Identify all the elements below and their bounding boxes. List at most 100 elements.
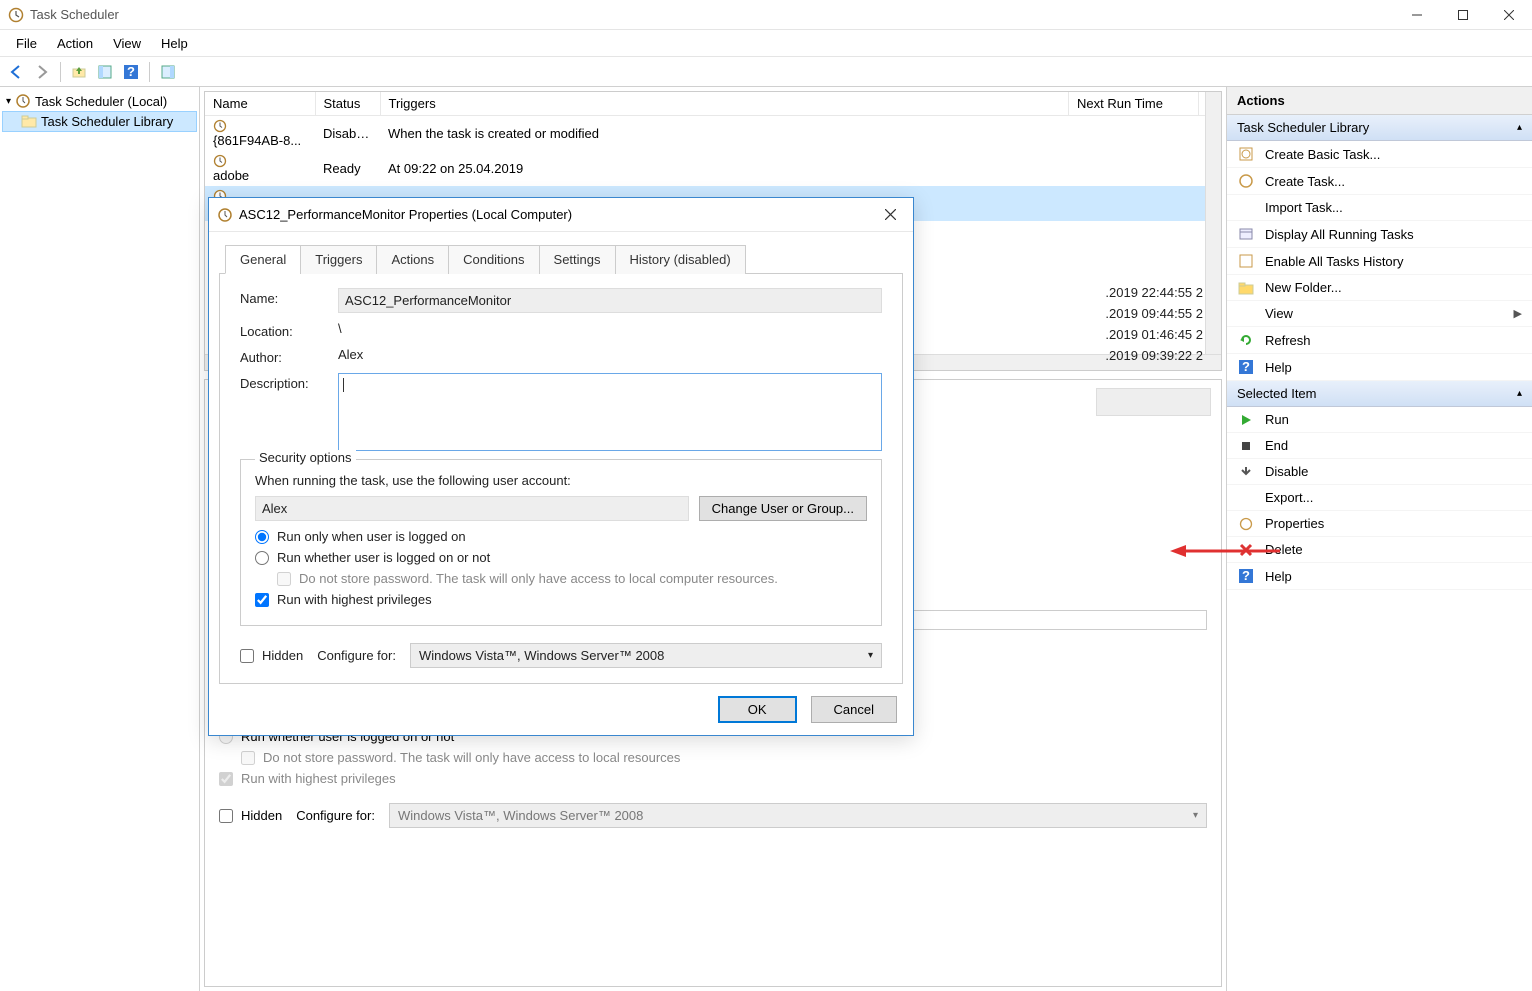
svg-text:?: ? [1242,568,1250,583]
change-user-button[interactable]: Change User or Group... [699,496,867,521]
col-name[interactable]: Name [205,92,315,116]
folder-up-icon[interactable] [67,60,91,84]
tree-panel: ▾ Task Scheduler (Local) Task Scheduler … [0,87,200,991]
help-icon: ? [1237,359,1255,375]
bg-highpriv: Run with highest privileges [219,771,1207,786]
action-create-basic-task[interactable]: Create Basic Task... [1227,141,1532,168]
svg-text:?: ? [1242,359,1250,374]
table-row[interactable]: adobeReadyAt 09:22 on 25.04.20193 [205,151,1221,186]
table-row[interactable]: {861F94AB-8...DisabledWhen the task is c… [205,116,1221,152]
security-account-label: When running the task, use the following… [255,473,867,488]
bg-configure-combo: Windows Vista™, Windows Server™ 2008▾ [389,803,1207,828]
forward-button[interactable] [30,60,54,84]
menu-view[interactable]: View [103,32,151,55]
run-whether-radio[interactable]: Run whether user is logged on or not [255,550,867,565]
help-icon[interactable]: ? [119,60,143,84]
svg-text:?: ? [127,64,135,79]
tree-root[interactable]: ▾ Task Scheduler (Local) [2,91,197,111]
action-properties[interactable]: Properties [1227,511,1532,537]
display-all-running-tasks-icon [1237,226,1255,242]
menu-file[interactable]: File [6,32,47,55]
dialog-titlebar[interactable]: ASC12_PerformanceMonitor Properties (Loc… [209,198,913,232]
bg-configure-label: Configure for: [296,808,375,823]
create-task--icon [1237,173,1255,189]
bg-field [1096,388,1211,416]
action-disable[interactable]: Disable [1227,459,1532,485]
col-next-run[interactable]: Next Run Time [1069,92,1199,116]
tab-history[interactable]: History (disabled) [615,245,746,274]
action-import-task[interactable]: Import Task... [1227,195,1532,221]
maximize-button[interactable] [1440,0,1486,30]
bg-hidden[interactable]: Hidden [219,808,282,823]
location-value: \ [338,321,882,336]
expand-caret-icon[interactable]: ▾ [6,96,11,107]
action-export[interactable]: Export... [1227,485,1532,511]
run-logged-on-radio[interactable]: Run only when user is logged on [255,529,867,544]
vertical-scrollbar[interactable] [1205,92,1221,370]
folder-icon [21,115,37,129]
refresh-icon [1237,332,1255,348]
action-help[interactable]: ?Help [1227,563,1532,590]
help-icon: ? [1237,568,1255,584]
action-display-all-running-tasks[interactable]: Display All Running Tasks [1227,221,1532,248]
panel2-icon[interactable] [156,60,180,84]
action-enable-all-tasks-history[interactable]: Enable All Tasks History [1227,248,1532,275]
dialog-close-button[interactable] [875,200,905,230]
tab-general[interactable]: General [225,245,301,274]
tab-actions[interactable]: Actions [376,245,449,274]
highest-privileges-check[interactable]: Run with highest privileges [255,592,867,607]
actions-section-selected[interactable]: Selected Item▴ [1227,381,1532,407]
minimize-button[interactable] [1394,0,1440,30]
col-triggers[interactable]: Triggers [380,92,1069,116]
new-folder--icon [1237,281,1255,295]
action-end[interactable]: End [1227,433,1532,459]
hidden-check[interactable]: Hidden [240,648,303,663]
disable-icon [1237,465,1255,479]
action-help[interactable]: ?Help [1227,354,1532,381]
col-status[interactable]: Status [315,92,380,116]
name-label: Name: [240,288,326,306]
create-basic-task--icon [1237,146,1255,162]
back-button[interactable] [4,60,28,84]
tree-root-label: Task Scheduler (Local) [35,94,167,109]
action-delete[interactable]: Delete [1227,537,1532,563]
location-label: Location: [240,321,326,339]
window-title: Task Scheduler [30,7,1394,22]
cancel-button[interactable]: Cancel [811,696,897,723]
table-header[interactable]: Name Status Triggers Next Run Time La [205,92,1221,116]
user-account-field: Alex [255,496,689,521]
tab-conditions[interactable]: Conditions [448,245,539,274]
bg-nopass: Do not store password. The task will onl… [219,750,1207,765]
action-run[interactable]: Run [1227,407,1532,433]
action-new-folder[interactable]: New Folder... [1227,275,1532,301]
tab-triggers[interactable]: Triggers [300,245,377,274]
name-field[interactable]: ASC12_PerformanceMonitor [338,288,882,313]
delete-icon [1237,543,1255,557]
tree-library[interactable]: Task Scheduler Library [2,111,197,132]
actions-section-library[interactable]: Task Scheduler Library▴ [1227,115,1532,141]
actions-title: Actions [1227,87,1532,115]
end-icon [1237,439,1255,453]
ok-button[interactable]: OK [718,696,797,723]
run-icon [1237,413,1255,427]
properties-icon [1237,517,1255,531]
configure-for-combo[interactable]: Windows Vista™, Windows Server™ 2008▾ [410,643,882,668]
dialog-title: ASC12_PerformanceMonitor Properties (Loc… [233,207,875,222]
toolbar: ? [0,57,1532,87]
menu-action[interactable]: Action [47,32,103,55]
description-field[interactable] [338,373,882,451]
menu-help[interactable]: Help [151,32,198,55]
actions-panel: Actions Task Scheduler Library▴ Create B… [1227,87,1532,991]
menubar: File Action View Help [0,30,1532,57]
description-label: Description: [240,373,326,391]
action-create-task[interactable]: Create Task... [1227,168,1532,195]
action-view[interactable]: View▶ [1227,301,1532,327]
panel-icon[interactable] [93,60,117,84]
tab-settings[interactable]: Settings [539,245,616,274]
tree-library-label: Task Scheduler Library [41,114,173,129]
close-button[interactable] [1486,0,1532,30]
titlebar: Task Scheduler [0,0,1532,30]
action-refresh[interactable]: Refresh [1227,327,1532,354]
task-scheduler-icon [8,7,24,23]
no-store-password-check: Do not store password. The task will onl… [255,571,867,586]
